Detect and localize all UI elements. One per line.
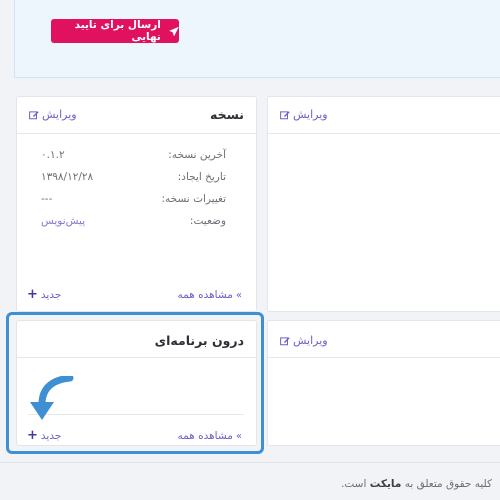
version-card-header: نسخه ویرایش	[17, 97, 256, 134]
right-top-edit-link[interactable]: ویرایش	[280, 108, 328, 121]
copyright-suffix: است.	[341, 478, 367, 490]
brand-name: مایکت	[369, 478, 402, 490]
footer-divider	[0, 462, 500, 463]
status-value: پیش‌نویس	[41, 215, 86, 227]
info-row-created-date: تاریخ ایجاد: ۱۳۹۸/۱۲/۲۸	[29, 171, 244, 187]
version-card-title: نسخه	[209, 107, 244, 122]
info-row-version-changes: تغییرات نسخه: ---	[29, 193, 244, 209]
top-panel: ارسال برای تایید نهایی	[14, 0, 500, 78]
info-label: تغییرات نسخه:	[161, 193, 227, 205]
info-row-latest-version: آخرین نسخه: ۰.۱.۲	[29, 149, 244, 165]
edit-icon	[29, 110, 39, 119]
submit-for-approval-button[interactable]: ارسال برای تایید نهایی	[51, 19, 179, 43]
pointer-arrow-icon	[30, 376, 74, 420]
right-card-bottom: ویرایش	[267, 320, 500, 446]
info-label: وضعیت:	[189, 215, 226, 227]
submit-button-label: ارسال برای تایید نهایی	[74, 19, 161, 43]
edit-label: ویرایش	[293, 108, 328, 121]
version-card: نسخه ویرایش آخرین نسخه: ۰.۱.۲ تاریخ ایجا…	[16, 96, 257, 312]
info-row-status: وضعیت: پیش‌نویس	[29, 215, 244, 231]
edit-label: ویرایش	[293, 334, 328, 347]
version-new-link[interactable]: جدید +	[27, 287, 62, 302]
right-card-top-header: ویرایش	[268, 97, 500, 134]
send-icon	[168, 26, 179, 36]
edit-icon	[280, 110, 290, 119]
right-card-top: ویرایش	[267, 96, 500, 312]
info-value: ۱۳۹۸/۱۲/۲۸	[41, 171, 94, 183]
view-all-label: مشاهده همه	[177, 289, 233, 301]
info-value: ---	[41, 193, 53, 205]
info-label: آخرین نسخه:	[168, 149, 226, 161]
right-bottom-edit-link[interactable]: ویرایش	[280, 334, 328, 347]
edit-label: ویرایش	[42, 108, 77, 121]
copyright-text: کلیه حقوق متعلق به مایکت است.	[341, 478, 492, 490]
info-value: ۰.۱.۲	[41, 149, 65, 161]
new-label: جدید	[40, 289, 62, 301]
chevron-left-icon: »	[235, 289, 242, 301]
version-view-all-link[interactable]: » مشاهده همه	[178, 289, 242, 301]
info-label: تاریخ ایجاد:	[177, 171, 226, 183]
edit-icon	[280, 336, 290, 345]
version-edit-link[interactable]: ویرایش	[29, 108, 77, 121]
copyright-prefix: کلیه حقوق متعلق به	[404, 478, 492, 490]
plus-icon: +	[27, 287, 38, 302]
right-card-bottom-header: ویرایش	[268, 321, 500, 358]
